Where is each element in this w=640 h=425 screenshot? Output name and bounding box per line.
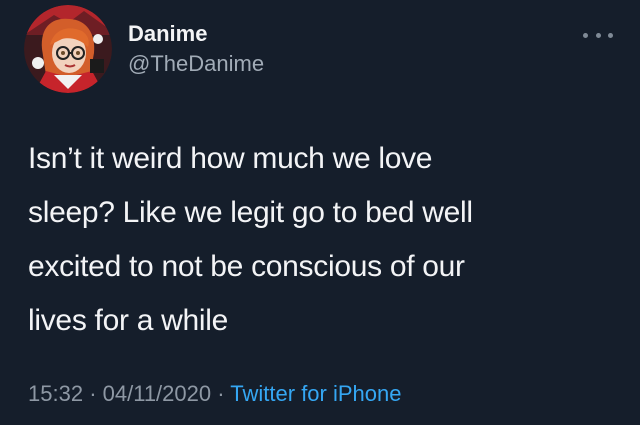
tweet-time[interactable]: 15:32	[28, 381, 83, 406]
tweet-text: Isn’t it weird how much we love sleep? L…	[28, 132, 608, 348]
tweet-text-line: excited to not be conscious of our	[28, 250, 465, 283]
tweet-text-line: sleep? Like we legit go to bed well	[28, 196, 473, 229]
tweet-card: Danime @TheDanime Isn’t it weird how muc…	[0, 0, 640, 425]
avatar[interactable]	[24, 5, 112, 93]
avatar-image	[24, 5, 112, 93]
dot	[595, 32, 601, 38]
tweet-date[interactable]: 04/11/2020	[103, 381, 211, 406]
more-options-icon[interactable]	[583, 28, 613, 42]
tweet-text-line: Isn’t it weird how much we love	[28, 142, 433, 175]
dot	[583, 32, 588, 38]
separator: ·	[217, 381, 225, 406]
author-display-name[interactable]: Danime	[128, 21, 207, 47]
tweet-source-link[interactable]: Twitter for iPhone	[230, 381, 401, 406]
author-handle[interactable]: @TheDanime	[128, 51, 264, 77]
tweet-meta: 15:32 · 04/11/2020 · Twitter for iPhone	[28, 381, 401, 407]
dot	[608, 32, 613, 38]
tweet-text-line: lives for a while	[28, 304, 228, 337]
separator: ·	[89, 381, 97, 406]
